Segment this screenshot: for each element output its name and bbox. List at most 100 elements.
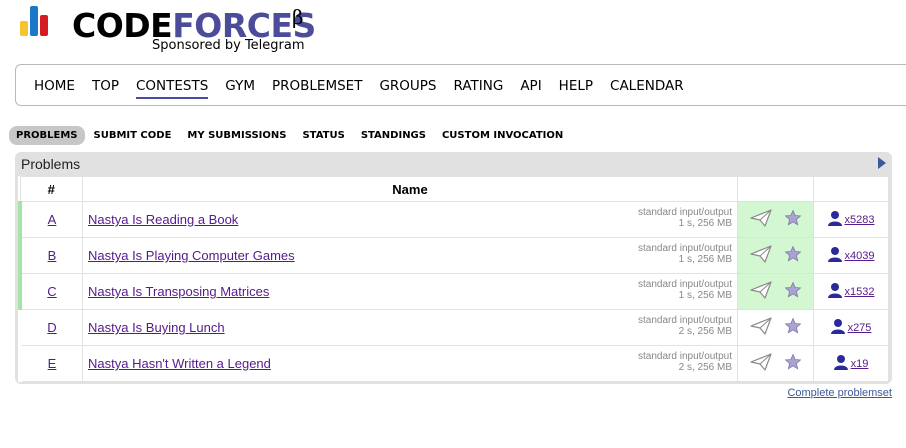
problem-limits: standard input/output 1 s, 256 MB bbox=[638, 207, 732, 229]
problem-row: C Nastya Is Transposing Matrices standard … bbox=[18, 273, 889, 310]
problem-index-cell: C bbox=[18, 273, 83, 310]
header-index: # bbox=[19, 176, 83, 202]
problem-name-link[interactable]: Nastya Is Playing Computer Games bbox=[88, 248, 295, 263]
problem-name-cell: Nastya Is Transposing Matrices standard i… bbox=[82, 273, 738, 310]
star-icon[interactable] bbox=[784, 209, 802, 230]
problems-box: Problems # Name A Nastya Is Reading a Boo… bbox=[15, 152, 892, 384]
problem-index-link[interactable]: A bbox=[48, 212, 57, 227]
problem-actions-cell bbox=[737, 345, 814, 382]
problem-limits: standard input/output 2 s, 256 MB bbox=[638, 315, 732, 337]
user-icon bbox=[827, 246, 842, 265]
user-icon bbox=[827, 282, 842, 301]
contest-menu: PROBLEMS SUBMIT CODE MY SUBMISSIONS STATUS S… bbox=[9, 126, 572, 145]
main-menu: HOME TOP CONTESTS GYM PROBLEMSET GROUPS RATING… bbox=[15, 64, 906, 106]
problem-name-link[interactable]: Nastya Hasn't Written a Legend bbox=[88, 356, 271, 371]
main-menu-list: HOME TOP CONTESTS GYM PROBLEMSET GROUPS RATING… bbox=[34, 78, 701, 99]
problem-io: standard input/output bbox=[638, 279, 732, 290]
paper-plane-icon[interactable] bbox=[749, 353, 772, 374]
problem-row: D Nastya Is Buying Lunch standard input/ou… bbox=[18, 309, 889, 346]
problem-index-cell: D bbox=[18, 309, 83, 346]
problem-time-memory: 1 s, 256 MB bbox=[678, 254, 732, 265]
menu-item-api[interactable]: API bbox=[520, 78, 541, 99]
problem-row: B Nastya Is Playing Computer Games standar… bbox=[18, 237, 889, 274]
solved-count-link[interactable]: x19 bbox=[851, 358, 869, 370]
problem-index-link[interactable]: E bbox=[48, 356, 57, 371]
menu-item-top[interactable]: TOP bbox=[92, 78, 119, 99]
problem-actions-cell bbox=[737, 201, 814, 238]
problem-limits: standard input/output 1 s, 256 MB bbox=[638, 243, 732, 265]
problem-io: standard input/output bbox=[638, 207, 732, 218]
star-icon[interactable] bbox=[784, 245, 802, 266]
paper-plane-icon[interactable] bbox=[749, 209, 772, 230]
problem-solved-cell: x19 bbox=[813, 345, 889, 382]
contest-menu-custom-invocation[interactable]: CUSTOM INVOCATION bbox=[435, 126, 570, 145]
problem-name-cell: Nastya Hasn't Written a Legend standard i… bbox=[82, 345, 738, 382]
header-name: Name bbox=[82, 176, 738, 202]
problem-time-memory: 1 s, 256 MB bbox=[678, 290, 732, 301]
problem-name-link[interactable]: Nastya Is Buying Lunch bbox=[88, 320, 225, 335]
problems-table: # Name A Nastya Is Reading a Book standard… bbox=[18, 176, 889, 382]
arrow-right-icon[interactable] bbox=[878, 157, 886, 169]
problem-time-memory: 2 s, 256 MB bbox=[678, 362, 732, 373]
problems-box-title: Problems bbox=[21, 156, 81, 172]
problem-index-link[interactable]: C bbox=[47, 284, 56, 299]
problem-name-cell: Nastya Is Playing Computer Games standard… bbox=[82, 237, 738, 274]
problem-index-link[interactable]: D bbox=[47, 320, 56, 335]
paper-plane-icon[interactable] bbox=[749, 317, 772, 338]
codeforces-logo[interactable]: CODEFORCES β Sponsored by Telegram bbox=[20, 5, 320, 57]
menu-item-help[interactable]: HELP bbox=[559, 78, 593, 99]
problem-solved-cell: x275 bbox=[813, 309, 889, 346]
problem-io: standard input/output bbox=[638, 243, 732, 254]
problem-actions-cell bbox=[737, 273, 814, 310]
contest-menu-my-submissions[interactable]: MY SUBMISSIONS bbox=[180, 126, 293, 145]
menu-item-contests[interactable]: CONTESTS bbox=[135, 78, 209, 99]
problem-name-link[interactable]: Nastya Is Transposing Matrices bbox=[88, 284, 269, 299]
paper-plane-icon[interactable] bbox=[749, 245, 772, 266]
problem-name-cell: Nastya Is Reading a Book standard input/o… bbox=[82, 201, 738, 238]
contest-menu-submit-code[interactable]: SUBMIT CODE bbox=[87, 126, 179, 145]
problem-time-memory: 2 s, 256 MB bbox=[678, 326, 732, 337]
user-icon bbox=[830, 318, 845, 337]
beta-mark: β bbox=[292, 5, 304, 29]
problem-limits: standard input/output 2 s, 256 MB bbox=[638, 351, 732, 373]
sponsor-text: Sponsored by Telegram bbox=[152, 38, 305, 53]
problem-solved-cell: x4039 bbox=[813, 237, 889, 274]
menu-item-gym[interactable]: GYM bbox=[225, 78, 255, 99]
problem-time-memory: 1 s, 256 MB bbox=[678, 218, 732, 229]
problem-row: E Nastya Hasn't Written a Legend standard … bbox=[18, 345, 889, 382]
problem-index-cell: E bbox=[18, 345, 83, 382]
contest-menu-standings[interactable]: STANDINGS bbox=[354, 126, 433, 145]
complete-problemset-link[interactable]: Complete problemset bbox=[787, 387, 892, 399]
header-actions bbox=[737, 176, 814, 202]
problem-actions-cell bbox=[737, 309, 814, 346]
solved-count-link[interactable]: x4039 bbox=[845, 250, 875, 262]
star-icon[interactable] bbox=[784, 317, 802, 338]
star-icon[interactable] bbox=[784, 281, 802, 302]
menu-item-groups[interactable]: GROUPS bbox=[379, 78, 436, 99]
user-icon bbox=[833, 354, 848, 373]
menu-item-home[interactable]: HOME bbox=[34, 78, 75, 99]
problem-index-link[interactable]: B bbox=[48, 248, 57, 263]
problem-actions-cell bbox=[737, 237, 814, 274]
user-icon bbox=[827, 210, 842, 229]
header-solved bbox=[813, 176, 889, 202]
problem-io: standard input/output bbox=[638, 351, 732, 362]
solved-count-link[interactable]: x275 bbox=[848, 322, 872, 334]
problem-name-cell: Nastya Is Buying Lunch standard input/out… bbox=[82, 309, 738, 346]
problem-index-cell: A bbox=[18, 201, 83, 238]
contest-menu-problems[interactable]: PROBLEMS bbox=[9, 126, 85, 145]
contest-menu-status[interactable]: STATUS bbox=[295, 126, 351, 145]
star-icon[interactable] bbox=[784, 353, 802, 374]
menu-item-rating[interactable]: RATING bbox=[454, 78, 504, 99]
solved-count-link[interactable]: x5283 bbox=[845, 214, 875, 226]
problem-limits: standard input/output 1 s, 256 MB bbox=[638, 279, 732, 301]
paper-plane-icon[interactable] bbox=[749, 281, 772, 302]
menu-item-calendar[interactable]: CALENDAR bbox=[610, 78, 684, 99]
problem-index-cell: B bbox=[18, 237, 83, 274]
problem-name-link[interactable]: Nastya Is Reading a Book bbox=[88, 212, 238, 227]
problem-row: A Nastya Is Reading a Book standard input/… bbox=[18, 201, 889, 238]
menu-item-problemset[interactable]: PROBLEMSET bbox=[272, 78, 362, 99]
problem-io: standard input/output bbox=[638, 315, 732, 326]
solved-count-link[interactable]: x1532 bbox=[845, 286, 875, 298]
problem-solved-cell: x5283 bbox=[813, 201, 889, 238]
